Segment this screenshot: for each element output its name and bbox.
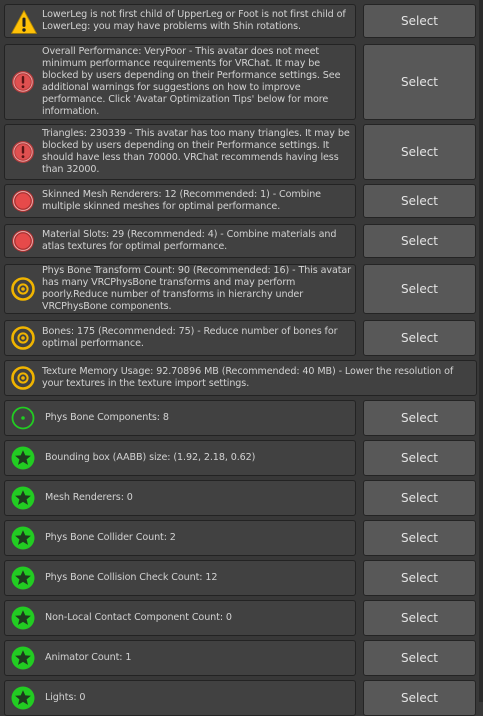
excellent-star-icon xyxy=(11,606,35,630)
validation-row: Mesh Renderers: 0 Select xyxy=(0,480,483,516)
validation-row: Bones: 175 (Recommended: 75) - Reduce nu… xyxy=(0,320,483,356)
select-button[interactable]: Select xyxy=(363,560,476,596)
validation-row: Phys Bone Collision Check Count: 12 Selec… xyxy=(0,560,483,596)
message-box: Skinned Mesh Renderers: 12 (Recommended:… xyxy=(4,184,356,218)
select-button[interactable]: Select xyxy=(363,600,476,636)
select-button[interactable]: Select xyxy=(363,184,476,218)
message-text: Mesh Renderers: 0 xyxy=(45,492,133,503)
select-button[interactable]: Select xyxy=(363,440,476,476)
message-text: Phys Bone Collision Check Count: 12 xyxy=(45,572,218,583)
excellent-star-icon xyxy=(11,686,35,710)
excellent-star-icon xyxy=(11,486,35,510)
message-text: LowerLeg is not first child of UpperLeg … xyxy=(42,9,346,32)
select-button[interactable]: Select xyxy=(363,680,476,716)
excellent-star-icon xyxy=(11,566,35,590)
validation-row: Lights: 0 Select xyxy=(0,680,483,716)
validation-row: Non-Local Contact Component Count: 0 Sele… xyxy=(0,600,483,636)
message-box: Phys Bone Components: 8 xyxy=(4,400,356,436)
validation-row: Texture Memory Usage: 92.70896 MB (Recom… xyxy=(0,360,483,396)
message-box: LowerLeg is not first child of UpperLeg … xyxy=(4,4,356,38)
validation-row: Phys Bone Transform Count: 90 (Recommend… xyxy=(0,264,483,314)
validation-row: Bounding box (AABB) size: (1.92, 2.18, 0… xyxy=(0,440,483,476)
message-text: Overall Performance: VeryPoor - This ava… xyxy=(42,46,341,117)
select-button[interactable]: Select xyxy=(363,400,476,436)
validation-row: Triangles: 230339 - This avatar has too … xyxy=(0,124,483,180)
validation-row: Phys Bone Components: 8 Select xyxy=(0,400,483,436)
excellent-star-icon xyxy=(11,446,35,470)
medium-rating-icon xyxy=(11,326,35,350)
message-text: Animator Count: 1 xyxy=(45,652,132,663)
error-exclamation-icon xyxy=(11,70,35,94)
good-rating-icon xyxy=(11,406,35,430)
message-box: Phys Bone Transform Count: 90 (Recommend… xyxy=(4,264,356,314)
poor-rating-icon xyxy=(11,229,35,253)
select-button[interactable]: Select xyxy=(363,4,476,38)
medium-rating-icon xyxy=(11,366,35,390)
message-box: Animator Count: 1 xyxy=(4,640,356,676)
validation-row: LowerLeg is not first child of UpperLeg … xyxy=(0,4,483,38)
select-button[interactable]: Select xyxy=(363,264,476,314)
message-box: Material Slots: 29 (Recommended: 4) - Co… xyxy=(4,224,356,258)
select-button[interactable]: Select xyxy=(363,320,476,356)
message-text: Bones: 175 (Recommended: 75) - Reduce nu… xyxy=(42,326,338,349)
select-button[interactable]: Select xyxy=(363,520,476,556)
validation-row: Overall Performance: VeryPoor - This ava… xyxy=(0,44,483,120)
message-box: Texture Memory Usage: 92.70896 MB (Recom… xyxy=(4,360,477,396)
error-exclamation-icon xyxy=(11,140,35,164)
message-box: Non-Local Contact Component Count: 0 xyxy=(4,600,356,636)
message-box: Bones: 175 (Recommended: 75) - Reduce nu… xyxy=(4,320,356,356)
select-button[interactable]: Select xyxy=(363,640,476,676)
message-text: Triangles: 230339 - This avatar has too … xyxy=(42,128,350,175)
validation-row: Animator Count: 1 Select xyxy=(0,640,483,676)
message-text: Bounding box (AABB) size: (1.92, 2.18, 0… xyxy=(45,452,256,463)
message-box: Phys Bone Collider Count: 2 xyxy=(4,520,356,556)
message-text: Phys Bone Components: 8 xyxy=(45,412,169,423)
select-button[interactable]: Select xyxy=(363,124,476,180)
validation-row: Skinned Mesh Renderers: 12 (Recommended:… xyxy=(0,184,483,218)
message-box: Triangles: 230339 - This avatar has too … xyxy=(4,124,356,180)
message-text: Phys Bone Collider Count: 2 xyxy=(45,532,176,543)
validation-row: Phys Bone Collider Count: 2 Select xyxy=(0,520,483,556)
message-box: Phys Bone Collision Check Count: 12 xyxy=(4,560,356,596)
message-box: Lights: 0 xyxy=(4,680,356,716)
select-button[interactable]: Select xyxy=(363,480,476,516)
message-text: Phys Bone Transform Count: 90 (Recommend… xyxy=(42,265,352,312)
select-button[interactable]: Select xyxy=(363,224,476,258)
warning-triangle-icon xyxy=(10,9,38,34)
message-box: Bounding box (AABB) size: (1.92, 2.18, 0… xyxy=(4,440,356,476)
validation-row: Material Slots: 29 (Recommended: 4) - Co… xyxy=(0,224,483,258)
message-box: Mesh Renderers: 0 xyxy=(4,480,356,516)
message-text: Texture Memory Usage: 92.70896 MB (Recom… xyxy=(42,366,454,389)
select-button[interactable]: Select xyxy=(363,44,476,120)
poor-rating-icon xyxy=(11,189,35,213)
message-box: Overall Performance: VeryPoor - This ava… xyxy=(4,44,356,120)
excellent-star-icon xyxy=(11,526,35,550)
message-text: Lights: 0 xyxy=(45,692,86,703)
message-text: Material Slots: 29 (Recommended: 4) - Co… xyxy=(42,229,337,252)
scrollbar[interactable] xyxy=(479,0,483,702)
message-text: Skinned Mesh Renderers: 12 (Recommended:… xyxy=(42,189,321,212)
medium-rating-icon xyxy=(11,277,35,301)
excellent-star-icon xyxy=(11,646,35,670)
message-text: Non-Local Contact Component Count: 0 xyxy=(45,612,232,623)
